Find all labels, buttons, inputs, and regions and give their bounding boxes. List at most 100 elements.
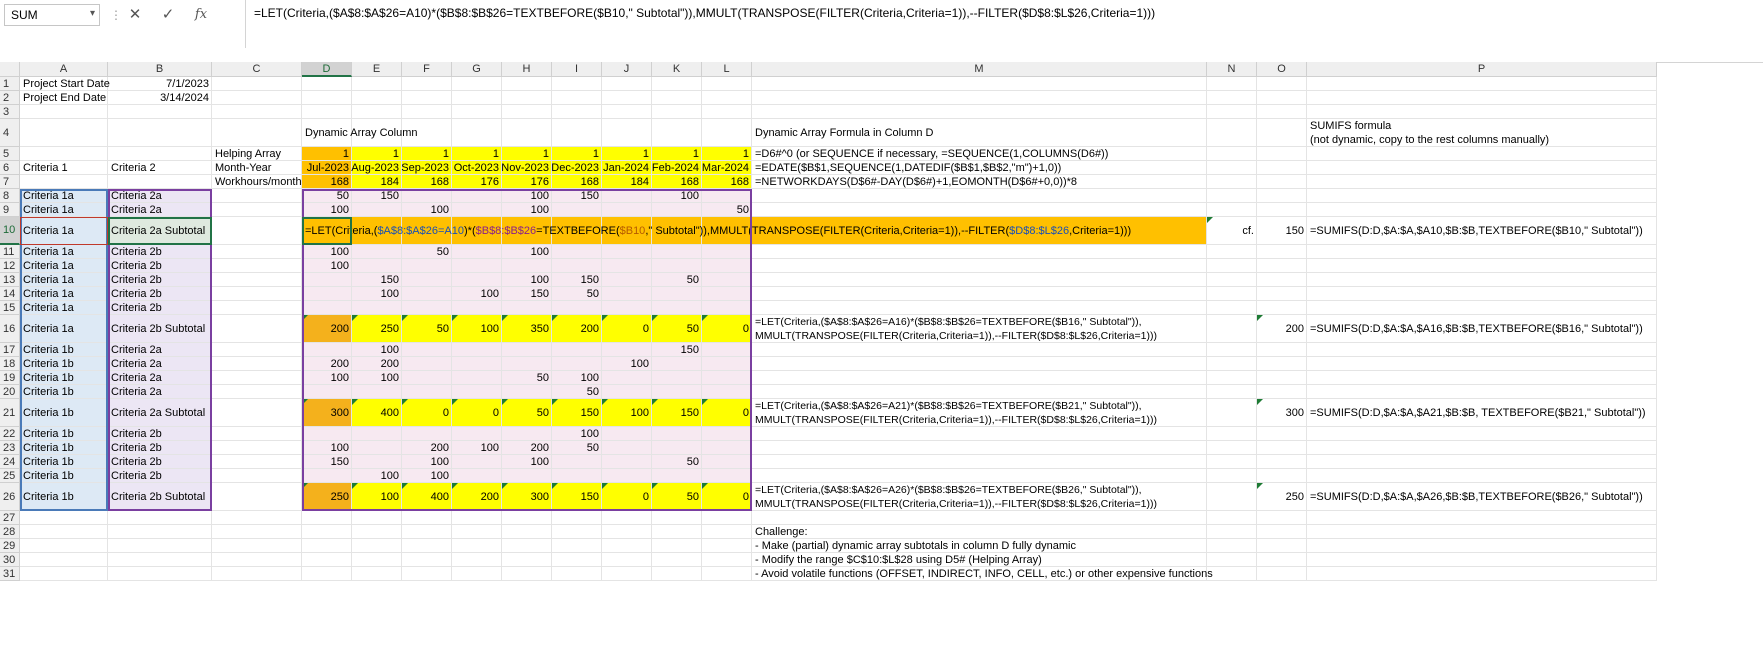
- value-cell[interactable]: 150: [352, 189, 402, 203]
- value-cell[interactable]: [652, 203, 702, 217]
- value-cell[interactable]: [452, 371, 502, 385]
- criteria2-cell[interactable]: Criteria 2b: [108, 441, 212, 455]
- subtotal-formula-note[interactable]: =LET(Criteria,($A$8:$A$26=A16)*($B$8:$B$…: [752, 315, 1207, 343]
- value-cell[interactable]: [402, 189, 452, 203]
- value-cell[interactable]: [652, 259, 702, 273]
- value-cell[interactable]: [402, 259, 452, 273]
- row-header-22[interactable]: 22: [0, 427, 20, 441]
- challenge-title[interactable]: Challenge:: [752, 525, 1207, 539]
- value-cell[interactable]: [352, 245, 402, 259]
- row-header-23[interactable]: 23: [0, 441, 20, 455]
- value-cell[interactable]: [452, 455, 502, 469]
- value-cell[interactable]: 200: [502, 441, 552, 455]
- workhours-cell[interactable]: 184: [352, 175, 402, 189]
- value-cell[interactable]: [352, 441, 402, 455]
- criteria2-cell[interactable]: Criteria 2b: [108, 301, 212, 315]
- value-cell[interactable]: 50: [402, 245, 452, 259]
- criteria2-cell[interactable]: Criteria 2a: [108, 371, 212, 385]
- note-m5[interactable]: =D6#^0 (or SEQUENCE if necessary, =SEQUE…: [752, 147, 1207, 161]
- value-cell[interactable]: [452, 189, 502, 203]
- value-cell[interactable]: 200: [302, 357, 352, 371]
- value-cell[interactable]: 100: [302, 259, 352, 273]
- column-header-a[interactable]: A: [20, 62, 108, 77]
- value-cell[interactable]: 100: [352, 469, 402, 483]
- criteria1-cell[interactable]: Criteria 1a: [20, 273, 108, 287]
- value-cell[interactable]: 150: [302, 455, 352, 469]
- value-cell[interactable]: [402, 301, 452, 315]
- row-header-14[interactable]: 14: [0, 287, 20, 301]
- row-header-31[interactable]: 31: [0, 567, 20, 581]
- column-header-d[interactable]: D: [302, 62, 352, 77]
- workhours-cell[interactable]: 168: [552, 175, 602, 189]
- value-cell[interactable]: 0: [452, 399, 502, 427]
- row-header-27[interactable]: 27: [0, 511, 20, 525]
- row-header-20[interactable]: 20: [0, 385, 20, 399]
- value-cell[interactable]: 150: [652, 343, 702, 357]
- workhours-cell[interactable]: 176: [452, 175, 502, 189]
- value-cell[interactable]: 50: [652, 455, 702, 469]
- value-cell[interactable]: [502, 301, 552, 315]
- value-cell[interactable]: 0: [702, 399, 752, 427]
- value-cell[interactable]: [602, 371, 652, 385]
- value-cell[interactable]: 50: [702, 203, 752, 217]
- check-value[interactable]: 300: [1257, 399, 1307, 427]
- value-cell[interactable]: 50: [652, 273, 702, 287]
- helping-array-cell[interactable]: 1: [702, 147, 752, 161]
- criteria2-cell[interactable]: Criteria 2b: [108, 469, 212, 483]
- criteria2-cell[interactable]: Criteria 2b: [108, 245, 212, 259]
- value-cell[interactable]: 350: [502, 315, 552, 343]
- value-cell[interactable]: [702, 385, 752, 399]
- criteria1-cell[interactable]: Criteria 1a: [20, 189, 108, 203]
- row-header-7[interactable]: 7: [0, 175, 20, 189]
- row-header-26[interactable]: 26: [0, 483, 20, 511]
- value-cell[interactable]: [402, 427, 452, 441]
- value-cell[interactable]: [402, 287, 452, 301]
- workhours-cell[interactable]: 176: [502, 175, 552, 189]
- value-cell[interactable]: [702, 357, 752, 371]
- row-header-15[interactable]: 15: [0, 301, 20, 315]
- value-cell[interactable]: [502, 427, 552, 441]
- value-cell[interactable]: [602, 469, 652, 483]
- value-cell[interactable]: [452, 273, 502, 287]
- row-header-10[interactable]: 10: [0, 217, 20, 245]
- project-start-label[interactable]: Project Start Date: [20, 77, 110, 91]
- criteria2-cell[interactable]: Criteria 2b Subtotal: [108, 483, 212, 511]
- value-cell[interactable]: 100: [302, 441, 352, 455]
- value-cell[interactable]: [602, 203, 652, 217]
- value-cell[interactable]: 100: [302, 245, 352, 259]
- value-cell[interactable]: [502, 469, 552, 483]
- criteria1-header[interactable]: Criteria 1: [20, 161, 108, 175]
- workhours-cell[interactable]: 168: [402, 175, 452, 189]
- value-cell[interactable]: [652, 441, 702, 455]
- month-cell[interactable]: Dec-2023: [551, 161, 602, 175]
- value-cell[interactable]: [702, 301, 752, 315]
- criteria1-cell[interactable]: Criteria 1a: [20, 301, 108, 315]
- helping-array-cell[interactable]: 1: [502, 147, 552, 161]
- value-cell[interactable]: 100: [452, 441, 502, 455]
- cancel-icon[interactable]: ✕: [124, 5, 146, 25]
- criteria2-cell[interactable]: Criteria 2b: [108, 287, 212, 301]
- formula-heading[interactable]: Dynamic Array Formula in Column D: [752, 119, 1207, 147]
- criteria1-cell[interactable]: Criteria 1b: [20, 441, 108, 455]
- check-value[interactable]: 200: [1257, 315, 1307, 343]
- column-header-j[interactable]: J: [602, 62, 652, 77]
- row-header-21[interactable]: 21: [0, 399, 20, 427]
- value-cell[interactable]: [502, 259, 552, 273]
- criteria2-cell[interactable]: Criteria 2a: [108, 189, 212, 203]
- row-header-9[interactable]: 9: [0, 203, 20, 217]
- value-cell[interactable]: [702, 287, 752, 301]
- workhours-cell[interactable]: 168: [702, 175, 752, 189]
- chevron-down-icon[interactable]: ▾: [90, 8, 95, 19]
- criteria1-cell[interactable]: Criteria 1a: [20, 245, 108, 259]
- value-cell[interactable]: 150: [502, 287, 552, 301]
- row-header-16[interactable]: 16: [0, 315, 20, 343]
- value-cell[interactable]: 100: [302, 371, 352, 385]
- value-cell[interactable]: [702, 469, 752, 483]
- criteria1-cell[interactable]: Criteria 1a: [20, 287, 108, 301]
- value-cell[interactable]: [652, 287, 702, 301]
- value-cell[interactable]: [452, 343, 502, 357]
- value-cell[interactable]: [702, 189, 752, 203]
- criteria1-cell[interactable]: Criteria 1b: [20, 371, 108, 385]
- criteria1-cell[interactable]: Criteria 1b: [20, 357, 108, 371]
- value-cell[interactable]: 0: [702, 315, 752, 343]
